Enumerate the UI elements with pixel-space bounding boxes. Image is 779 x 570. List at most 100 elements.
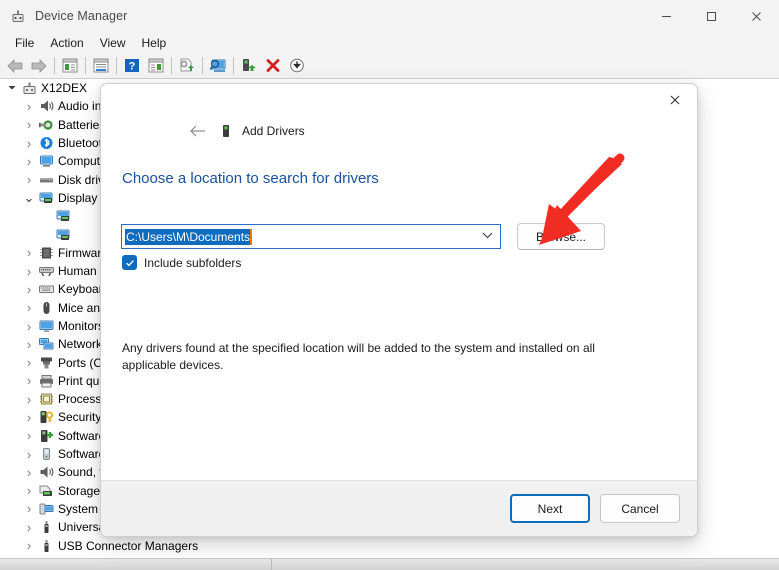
chevron-right-icon[interactable]: › <box>21 282 37 297</box>
chevron-right-icon[interactable]: › <box>21 117 37 132</box>
dialog-footer: Next Cancel <box>101 480 698 536</box>
tree-root-label: X12DEX <box>41 81 87 95</box>
software-dev-icon <box>37 446 55 462</box>
window-title: Device Manager <box>35 9 127 23</box>
monitor-icon <box>37 318 55 334</box>
toolbar-separator <box>171 57 172 74</box>
chevron-right-icon[interactable]: › <box>21 392 37 407</box>
chevron-down-icon[interactable]: ⌄ <box>21 190 37 206</box>
chevron-right-icon[interactable]: › <box>21 428 37 443</box>
chevron-right-icon[interactable]: › <box>21 154 37 169</box>
add-drivers-dialog: Add Drivers Choose a location to search … <box>100 83 698 537</box>
update-driver-icon[interactable] <box>175 54 199 78</box>
dialog-body: Choose a location to search for drivers … <box>101 84 698 497</box>
port-icon <box>37 355 55 371</box>
menu-view[interactable]: View <box>92 34 134 52</box>
chevron-right-icon[interactable]: › <box>21 538 37 553</box>
menu-help[interactable]: Help <box>134 34 175 52</box>
storage-icon <box>37 483 55 499</box>
battery-icon <box>37 117 55 133</box>
chevron-right-icon[interactable]: › <box>21 483 37 498</box>
toolbar-separator <box>54 57 55 74</box>
show-hide-action-pane-icon[interactable] <box>144 54 168 78</box>
cancel-button[interactable]: Cancel <box>600 494 680 523</box>
include-subfolders-row[interactable]: Include subfolders <box>122 255 241 270</box>
tree-item-label: Batteries <box>58 118 105 132</box>
mouse-icon <box>37 300 55 316</box>
menu-bar: File Action View Help <box>0 32 779 53</box>
chevron-right-icon[interactable]: › <box>21 355 37 370</box>
toolbar-separator <box>116 57 117 74</box>
usb-icon <box>37 538 55 554</box>
svg-text:?: ? <box>129 61 136 73</box>
chevron-right-icon[interactable]: › <box>21 136 37 151</box>
chevron-right-icon[interactable]: › <box>21 245 37 260</box>
chevron-right-icon[interactable]: › <box>21 264 37 279</box>
chevron-right-icon[interactable]: › <box>21 447 37 462</box>
dialog-description: Any drivers found at the specified locat… <box>122 340 606 375</box>
toolbar-separator <box>202 57 203 74</box>
location-combobox[interactable]: C:\Users\M\Documents <box>121 224 501 249</box>
chevron-right-icon[interactable]: › <box>21 373 37 388</box>
tree-item[interactable]: › USB Connector Managers <box>0 536 779 554</box>
minimize-button[interactable] <box>644 0 689 32</box>
computer-icon <box>20 80 38 96</box>
location-input-value[interactable]: C:\Users\M\Documents <box>125 229 252 245</box>
back-icon[interactable] <box>3 54 27 78</box>
bluetooth-icon <box>37 135 55 151</box>
status-bar <box>0 558 779 570</box>
usb-icon <box>37 519 55 535</box>
sound-icon <box>37 464 55 480</box>
keyboard-icon <box>37 281 55 297</box>
add-drivers-icon[interactable] <box>285 54 309 78</box>
scan-for-hardware-changes-icon[interactable] <box>206 54 230 78</box>
disk-icon <box>37 172 55 188</box>
chevron-right-icon[interactable]: › <box>21 172 37 187</box>
toolbar: ? <box>0 53 779 79</box>
forward-icon[interactable] <box>27 54 51 78</box>
tree-item-label: Monitors <box>58 319 104 333</box>
toolbar-separator <box>85 57 86 74</box>
system-icon <box>37 501 55 517</box>
menu-action[interactable]: Action <box>42 34 91 52</box>
display-icon <box>54 208 72 224</box>
title-bar: Device Manager <box>0 0 779 32</box>
menu-file[interactable]: File <box>7 34 42 52</box>
chevron-right-icon[interactable]: › <box>21 465 37 480</box>
network-icon <box>37 336 55 352</box>
show-hide-console-tree-icon[interactable] <box>58 54 82 78</box>
processor-icon <box>37 391 55 407</box>
device-manager-icon <box>9 8 26 25</box>
uninstall-device-icon[interactable] <box>261 54 285 78</box>
chevron-right-icon[interactable]: › <box>21 410 37 425</box>
chevron-right-icon[interactable]: › <box>21 319 37 334</box>
printer-icon <box>37 373 55 389</box>
computer-icon <box>37 153 55 169</box>
chevron-right-icon[interactable]: › <box>21 300 37 315</box>
chevron-down-icon[interactable] <box>482 232 493 242</box>
dialog-subtitle: Choose a location to search for drivers <box>122 170 379 187</box>
location-row: C:\Users\M\Documents Browse... <box>121 223 605 250</box>
firmware-icon <box>37 245 55 261</box>
chevron-right-icon[interactable]: › <box>21 520 37 535</box>
maximize-button[interactable] <box>689 0 734 32</box>
window-controls <box>644 0 779 32</box>
display-icon <box>54 227 72 243</box>
toolbar-separator <box>233 57 234 74</box>
chevron-right-icon[interactable]: › <box>21 337 37 352</box>
tree-item-label: USB Connector Managers <box>58 539 198 553</box>
enable-device-icon[interactable] <box>237 54 261 78</box>
audio-icon <box>37 98 55 114</box>
help-icon[interactable]: ? <box>120 54 144 78</box>
next-button[interactable]: Next <box>510 494 590 523</box>
properties-icon[interactable] <box>89 54 113 78</box>
include-subfolders-checkbox[interactable] <box>122 255 137 270</box>
browse-button[interactable]: Browse... <box>517 223 605 250</box>
chevron-down-icon[interactable]: ⏷ <box>4 83 20 94</box>
chevron-right-icon[interactable]: › <box>21 99 37 114</box>
security-icon <box>37 409 55 425</box>
device-manager-window: Device Manager File Action View Help <box>0 0 779 570</box>
close-button[interactable] <box>734 0 779 32</box>
software-comp-icon <box>37 428 55 444</box>
chevron-right-icon[interactable]: › <box>21 501 37 516</box>
